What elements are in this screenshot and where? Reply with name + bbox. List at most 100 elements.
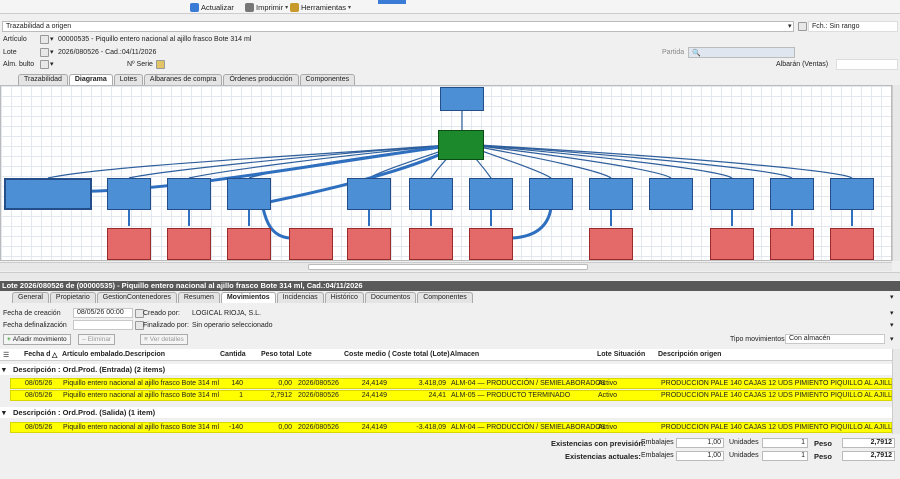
tab-propietario[interactable]: Propietario (49, 292, 96, 303)
diagram-node-alb[interactable] (589, 228, 633, 260)
col-cantidad[interactable]: Cantida (220, 351, 246, 358)
table-row[interactable]: 08/05/26 Piquillo entero nacional al aji… (10, 422, 900, 433)
tab-incidencias[interactable]: Incidencias (276, 292, 324, 303)
diagram-node-alb[interactable] (289, 228, 333, 260)
diagram-node-alb[interactable] (347, 228, 391, 260)
tab-resumen[interactable]: Resumen (177, 292, 220, 303)
tab-general[interactable]: General (12, 292, 49, 303)
col-lote[interactable]: Lote (297, 351, 312, 358)
peso-label: Peso (814, 439, 832, 448)
tab-componentes[interactable]: Componentes (299, 74, 356, 85)
collapse-icon[interactable]: ▾ (2, 407, 6, 418)
actualizar-button[interactable]: Actualizar (190, 1, 234, 13)
grid-header: ☰ Fecha d △ Artículo embalado.Descripcio… (0, 349, 892, 361)
fecha-finalizacion-field[interactable] (73, 320, 133, 330)
tipo-movimientos-select[interactable]: Con almacén (785, 334, 885, 344)
diagram-node-alb[interactable] (830, 228, 874, 260)
splitter[interactable] (0, 272, 900, 280)
chevron-down-icon[interactable]: ▾ (890, 309, 894, 317)
col-almacen[interactable]: Almacen (450, 351, 479, 358)
chevron-down-icon[interactable]: ▾ (50, 35, 54, 43)
col-articulo[interactable]: Artículo embalado.Descripcion (62, 351, 165, 358)
diagram-node-alb[interactable] (107, 228, 151, 260)
scroll-thumb[interactable] (308, 264, 588, 270)
grid-menu-icon[interactable]: ☰ (3, 351, 9, 359)
diagram-node[interactable] (409, 178, 453, 210)
diagram-node[interactable] (347, 178, 391, 210)
table-row[interactable]: 08/05/26 Piquillo entero nacional al aji… (10, 390, 900, 401)
diagram-node-alb[interactable] (409, 228, 453, 260)
lote-value[interactable]: 2026/080526 - Cad.:04/11/2026 (58, 49, 156, 56)
diagram-node[interactable] (649, 178, 693, 210)
diagram-node[interactable] (770, 178, 814, 210)
diagram-node[interactable] (710, 178, 754, 210)
tab-documentos[interactable]: Documentos (364, 292, 417, 303)
diagram-node-lote[interactable] (438, 130, 484, 160)
delete-button[interactable]: – Eliminar (78, 334, 116, 345)
tab-historico[interactable]: Histórico (324, 292, 364, 303)
articulo-value[interactable]: 00000535 - Piquillo entero nacional al a… (58, 36, 251, 43)
group-header[interactable]: ▾ Descripción : Ord.Prod. (Entrada) (2 i… (0, 364, 892, 375)
calendar-icon[interactable] (798, 22, 807, 31)
fecha-creacion-label: Fecha de creación (3, 310, 61, 317)
herramientas-button[interactable]: Herramientas ▾ (290, 1, 351, 13)
diagram-node-alb[interactable] (469, 228, 513, 260)
diagram-vertical-scrollbar[interactable] (892, 85, 900, 261)
collapse-icon[interactable]: ▾ (2, 364, 6, 375)
search-icon[interactable] (40, 48, 49, 57)
tab-componentes-detail[interactable]: Componentes (417, 292, 473, 303)
diagram-node[interactable] (167, 178, 211, 210)
table-row[interactable]: 08/05/26 Piquillo entero nacional al aji… (10, 378, 900, 389)
stock-summary: Existencias con previsión: Embalajes 1,0… (0, 436, 900, 479)
search-icon[interactable] (40, 35, 49, 44)
diagram-node[interactable] (227, 178, 271, 210)
partida-field[interactable]: 🔍 (688, 47, 795, 58)
col-coste-medio[interactable]: Coste medio ( (344, 351, 390, 358)
diagram-node-alb[interactable] (710, 228, 754, 260)
search-icon[interactable] (40, 60, 49, 69)
diagram-node[interactable] (107, 178, 151, 210)
diagram-node[interactable] (469, 178, 513, 210)
tab-movimientos[interactable]: Movimientos (220, 292, 276, 303)
trace-diagram[interactable] (0, 85, 892, 261)
diagram-node[interactable] (4, 178, 92, 210)
group-header[interactable]: ▾ Descripción : Ord.Prod. (Salida) (1 it… (0, 407, 892, 418)
fecha-range-field[interactable]: Fch.: Sin rango (808, 21, 898, 32)
sort-asc-icon[interactable]: △ (52, 351, 57, 359)
col-peso[interactable]: Peso total (261, 351, 294, 358)
chevron-down-icon[interactable]: ▾ (890, 321, 894, 329)
diagram-node[interactable] (830, 178, 874, 210)
grid-vertical-scrollbar[interactable] (892, 349, 900, 434)
tab-trazabilidad[interactable]: Trazabilidad (18, 74, 68, 85)
tab-gestion-contenedores[interactable]: GestionContenedores (96, 292, 177, 303)
imprimir-button[interactable]: Imprimir ▾ (245, 1, 288, 13)
details-button[interactable]: ≡ Ver detalles (140, 334, 188, 345)
embalajes-label: Embalajes (641, 439, 674, 446)
tab-albaranes-compra[interactable]: Albaranes de compra (143, 74, 223, 85)
chevron-down-icon[interactable]: ▾ (788, 22, 792, 30)
tab-diagrama[interactable]: Diagrama (68, 74, 113, 85)
diagram-node-alb[interactable] (227, 228, 271, 260)
col-situacion[interactable]: Lote Situación (597, 351, 645, 358)
col-coste-total[interactable]: Coste total (Lote) (392, 351, 450, 358)
tab-ordenes-produccion[interactable]: Órdenes producción (223, 74, 299, 85)
col-origen[interactable]: Descripción origen (658, 351, 721, 358)
diagram-node-alb[interactable] (770, 228, 814, 260)
chevron-down-icon[interactable]: ▾ (890, 293, 894, 301)
diagram-node-top[interactable] (440, 87, 484, 111)
diagram-horizontal-scrollbar[interactable] (0, 262, 892, 271)
tab-lotes[interactable]: Lotes (113, 74, 143, 85)
col-fecha[interactable]: Fecha d (24, 351, 50, 358)
chevron-down-icon[interactable]: ▾ (50, 60, 54, 68)
add-movement-button[interactable]: + Añadir movimiento (3, 334, 71, 345)
trace-mode-select[interactable]: Trazabilidad a origen (2, 21, 794, 32)
diagram-node-alb[interactable] (167, 228, 211, 260)
diagram-node[interactable] (589, 178, 633, 210)
chevron-down-icon[interactable]: ▾ (50, 48, 54, 56)
peso-label: Peso (814, 452, 832, 461)
fecha-creacion-field[interactable]: 08/05/26 00:00 (73, 308, 133, 318)
albaran-field[interactable] (836, 59, 898, 70)
barcode-icon[interactable] (156, 60, 165, 69)
diagram-node[interactable] (529, 178, 573, 210)
chevron-down-icon[interactable]: ▾ (890, 335, 894, 343)
